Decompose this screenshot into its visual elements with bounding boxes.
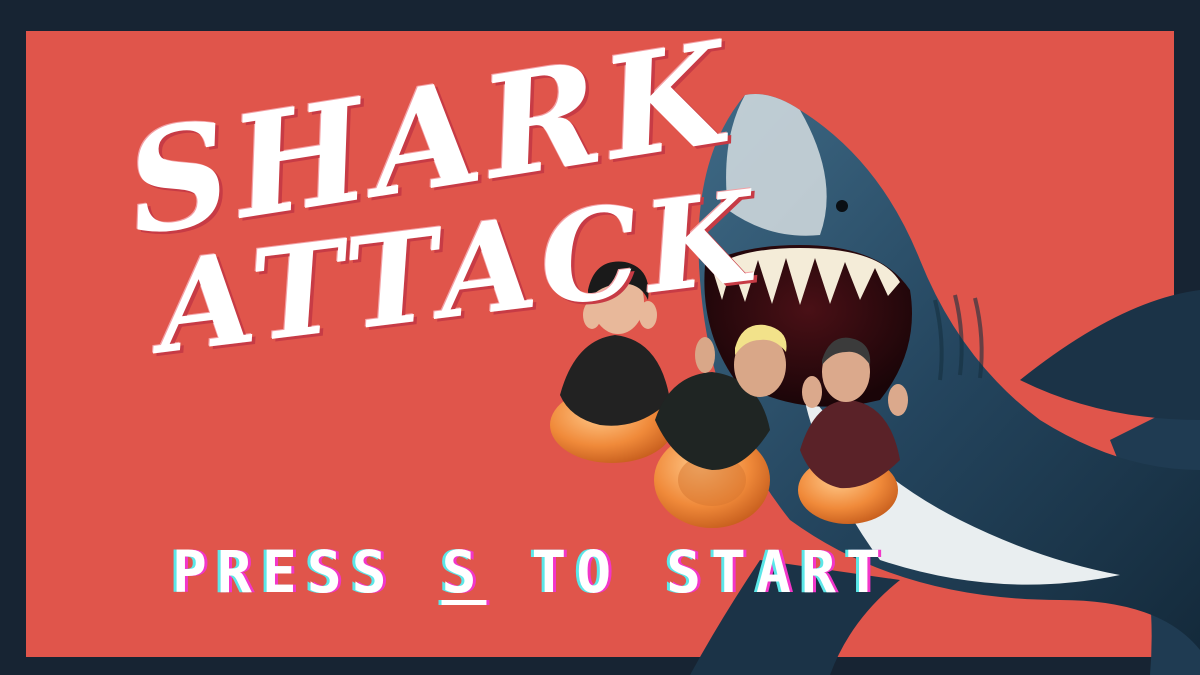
game-frame: SHARK ATTACK PRESS S TO START	[0, 0, 1200, 675]
swimmer-2	[654, 324, 787, 528]
start-key: S	[441, 538, 487, 606]
swimmer-3	[798, 337, 908, 524]
prompt-press-text: PRESS	[172, 538, 442, 606]
prompt-rest-text: TO START	[486, 538, 891, 606]
press-start-prompt[interactable]: PRESS S TO START	[172, 543, 891, 601]
